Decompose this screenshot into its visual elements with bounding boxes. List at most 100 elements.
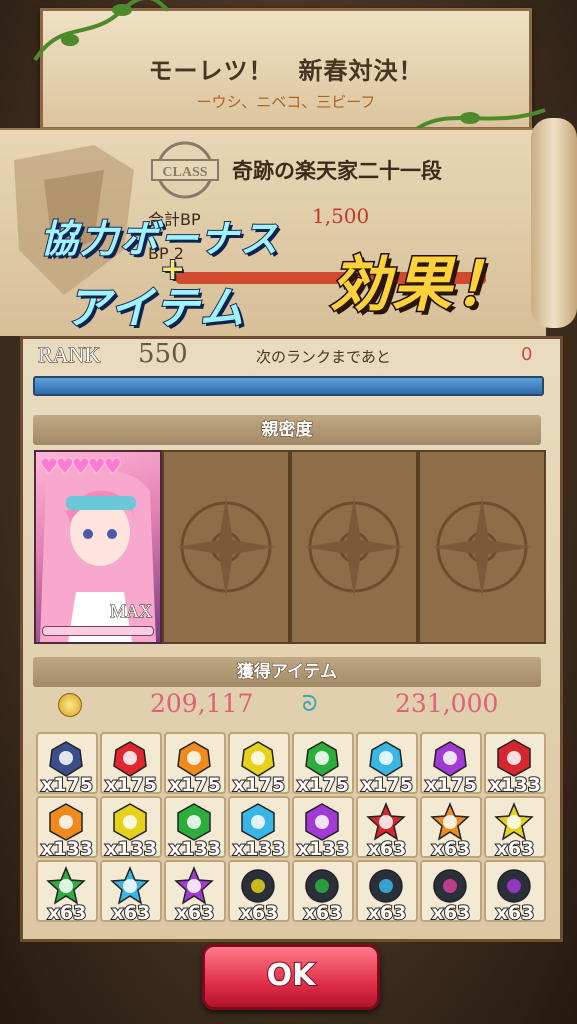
item-slot[interactable]: x133: [228, 796, 290, 861]
items-header: 獲得アイテム: [33, 657, 541, 687]
item-count: x63: [367, 901, 408, 925]
item-slot[interactable]: x133: [484, 732, 546, 797]
hex-item-icon: [497, 739, 531, 777]
item-count: x133: [168, 837, 222, 861]
item-slot[interactable]: x63: [484, 860, 546, 925]
item-count: x63: [495, 837, 536, 861]
gem-item-icon: [177, 741, 211, 777]
item-slot[interactable]: x63: [356, 860, 418, 925]
coin-value: 209,117: [150, 689, 254, 718]
item-count: x133: [104, 837, 158, 861]
swirl-icon: ᘐ: [302, 692, 318, 717]
compass-emblem-icon: [164, 452, 288, 642]
gem-item-icon: [433, 741, 467, 777]
swirl-value: 231,000: [395, 689, 499, 718]
class-stamp-text: CLASS: [162, 165, 207, 180]
hex-item-icon: [177, 803, 211, 841]
orb-item-icon: [241, 869, 275, 903]
hex-item-icon: [241, 803, 275, 841]
item-count: x63: [175, 901, 216, 925]
orb-item-icon: [433, 869, 467, 903]
item-slot[interactable]: x133: [100, 796, 162, 861]
item-slot[interactable]: x133: [36, 796, 98, 861]
orb-item-icon: [497, 869, 531, 903]
item-slot[interactable]: x63: [100, 860, 162, 925]
item-count: x63: [239, 901, 280, 925]
hex-item-icon: [305, 803, 339, 841]
star-item-icon: [430, 802, 470, 841]
ok-button[interactable]: OK: [202, 944, 380, 1010]
item-count: x63: [431, 837, 472, 861]
item-count: x133: [296, 837, 350, 861]
next-rank-value: 0: [521, 344, 533, 365]
item-count: x175: [104, 773, 158, 797]
item-slot[interactable]: x63: [484, 796, 546, 861]
affinity-bar: [42, 626, 154, 636]
promo-item: アイテム: [65, 282, 246, 335]
compass-emblem-icon: [420, 452, 544, 642]
item-count: x175: [424, 773, 478, 797]
bp-value: 1,500: [312, 204, 370, 228]
promo-effect: 効果！: [329, 249, 516, 322]
gem-item-icon: [241, 741, 275, 777]
item-count: x175: [296, 773, 350, 797]
item-slot[interactable]: x175: [164, 732, 226, 797]
orb-item-icon: [369, 869, 403, 903]
star-item-icon: [110, 866, 150, 905]
item-slot[interactable]: x175: [420, 732, 482, 797]
gem-item-icon: [113, 741, 147, 777]
item-count: x63: [47, 901, 88, 925]
item-count: x133: [488, 773, 542, 797]
empty-card-slot: [290, 450, 418, 644]
item-slot[interactable]: x63: [228, 860, 290, 925]
scroll-decoration: [531, 118, 577, 328]
item-count: x63: [367, 837, 408, 861]
vine-decoration-icon: [33, 0, 170, 62]
item-count: x133: [232, 837, 286, 861]
item-count: x175: [360, 773, 414, 797]
rank-exp-bar: [33, 376, 544, 396]
affinity-max-label: MAX: [109, 601, 152, 622]
item-slot[interactable]: x63: [292, 860, 354, 925]
item-slot[interactable]: x175: [356, 732, 418, 797]
rank-label: RANK: [37, 342, 101, 368]
item-count: x133: [40, 837, 94, 861]
item-count: x63: [495, 901, 536, 925]
item-slot[interactable]: x175: [228, 732, 290, 797]
class-name: 奇跡の楽天家二十一段: [232, 159, 442, 183]
next-rank-label: 次のランクまであと: [256, 348, 391, 366]
star-item-icon: [46, 866, 86, 905]
gem-item-icon: [49, 741, 83, 777]
hex-item-icon: [113, 803, 147, 841]
item-slot[interactable]: x175: [292, 732, 354, 797]
compass-emblem-icon: [292, 452, 416, 642]
item-slot[interactable]: x63: [420, 860, 482, 925]
star-item-icon: [366, 802, 406, 841]
affinity-hearts: ♥♥♥♥♥: [40, 454, 122, 478]
empty-card-slot: [418, 450, 546, 644]
empty-card-slot: [162, 450, 290, 644]
rank-value: 550: [138, 339, 188, 369]
item-count: x63: [303, 901, 344, 925]
item-slot[interactable]: x175: [100, 732, 162, 797]
item-count: x175: [232, 773, 286, 797]
affinity-header: 親密度: [33, 415, 541, 445]
item-count: x63: [111, 901, 152, 925]
item-count: x175: [40, 773, 94, 797]
hex-item-icon: [49, 803, 83, 841]
item-slot[interactable]: x133: [292, 796, 354, 861]
item-count: x63: [431, 901, 472, 925]
class-stamp-icon: CLASS: [151, 141, 219, 199]
gem-item-icon: [305, 741, 339, 777]
item-slot[interactable]: x63: [420, 796, 482, 861]
star-item-icon: [494, 802, 534, 841]
character-card[interactable]: ♥♥♥♥♥ MAX: [34, 450, 162, 644]
item-count: x175: [168, 773, 222, 797]
item-slot[interactable]: x63: [36, 860, 98, 925]
item-slot[interactable]: x63: [164, 860, 226, 925]
item-slot[interactable]: x133: [164, 796, 226, 861]
item-slot[interactable]: x63: [356, 796, 418, 861]
orb-item-icon: [305, 869, 339, 903]
item-slot[interactable]: x175: [36, 732, 98, 797]
gem-item-icon: [369, 741, 403, 777]
